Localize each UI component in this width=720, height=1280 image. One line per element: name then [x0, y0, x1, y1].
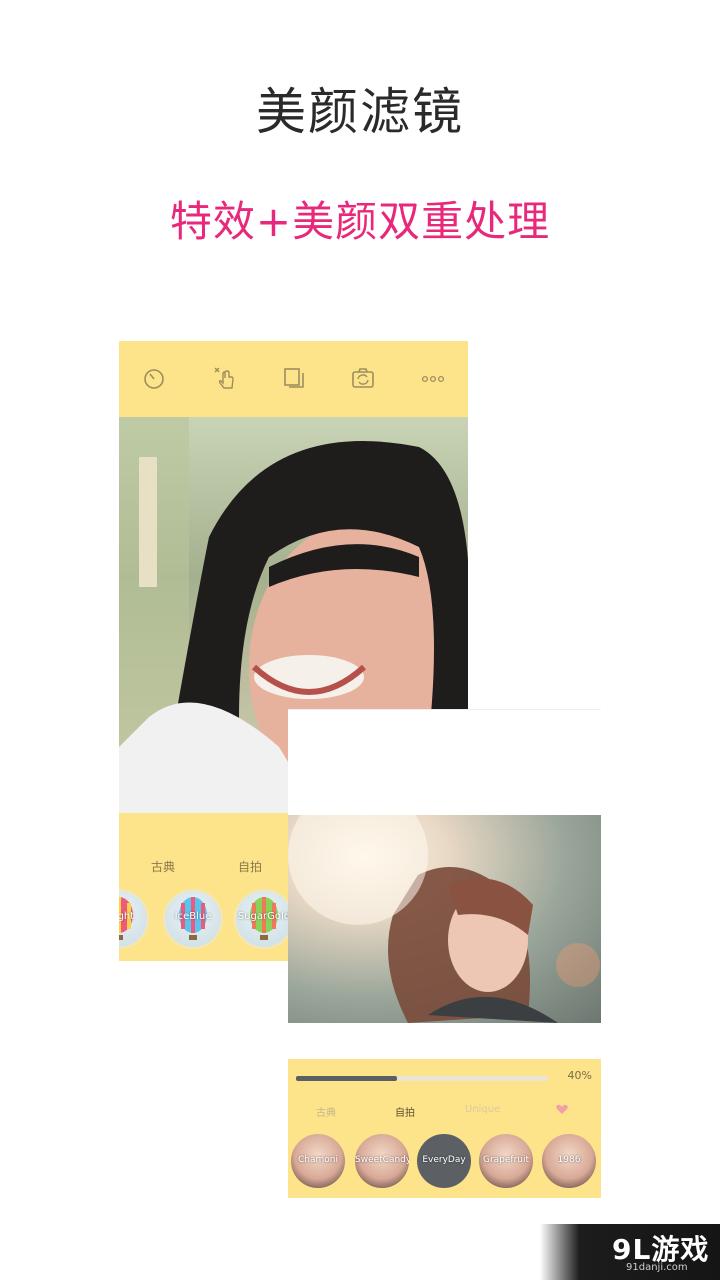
filter-thumb[interactable]: 1986: [542, 1134, 596, 1188]
touch-shutter-icon[interactable]: [212, 365, 238, 391]
subheadline: 特效+美颜双重处理: [169, 197, 551, 246]
editor-screen-mockup: 40% 古典 自拍 Unique Chamoni SweetCandy Ever…: [288, 709, 601, 1198]
intensity-value: 40%: [567, 1069, 592, 1082]
switch-camera-icon[interactable]: [350, 365, 376, 391]
filter-thumb-selected[interactable]: EveryDay: [417, 1134, 471, 1188]
filter-thumb[interactable]: Bright: [119, 889, 149, 949]
collage-icon[interactable]: [281, 365, 307, 391]
filter-label: Chamoni: [298, 1155, 338, 1165]
filter-thumb[interactable]: IceBlue: [163, 889, 223, 949]
filter-tab-unique[interactable]: Unique: [465, 1104, 500, 1115]
timer-icon[interactable]: [141, 365, 167, 391]
spacer: [288, 1023, 601, 1059]
watermark-url: 91danji.com: [626, 1262, 688, 1273]
intensity-slider[interactable]: [296, 1076, 548, 1081]
filter-tab-selfie[interactable]: 自拍: [395, 1104, 415, 1119]
edited-photo: [288, 815, 601, 1023]
filter-label: Bright: [119, 911, 135, 922]
filter-label: 1986: [557, 1155, 581, 1165]
filter-label: IceBlue: [174, 911, 212, 922]
intensity-slider-fill: [296, 1076, 397, 1081]
filter-label: SugarGold: [237, 911, 291, 922]
heart-icon[interactable]: [556, 1104, 568, 1115]
filter-thumb[interactable]: Grapefruit: [479, 1134, 533, 1188]
blank-header: [288, 709, 601, 816]
filter-label: Grapefruit: [482, 1155, 530, 1165]
filter-thumb[interactable]: SugarGold: [234, 889, 294, 949]
camera-toolbar: [119, 341, 468, 417]
filter-label: SweetCandy: [355, 1155, 409, 1165]
more-icon[interactable]: [420, 365, 446, 391]
filter-tab-classic[interactable]: 古典: [316, 1104, 336, 1119]
filter-thumb[interactable]: Chamoni: [291, 1134, 345, 1188]
headline: 美颜滤镜: [256, 83, 464, 141]
filter-thumb[interactable]: SweetCandy: [355, 1134, 409, 1188]
filter-tab-classic[interactable]: 古典: [151, 858, 175, 875]
filter-label: EveryDay: [422, 1155, 466, 1165]
filter-tab-selfie[interactable]: 自拍: [238, 858, 262, 875]
